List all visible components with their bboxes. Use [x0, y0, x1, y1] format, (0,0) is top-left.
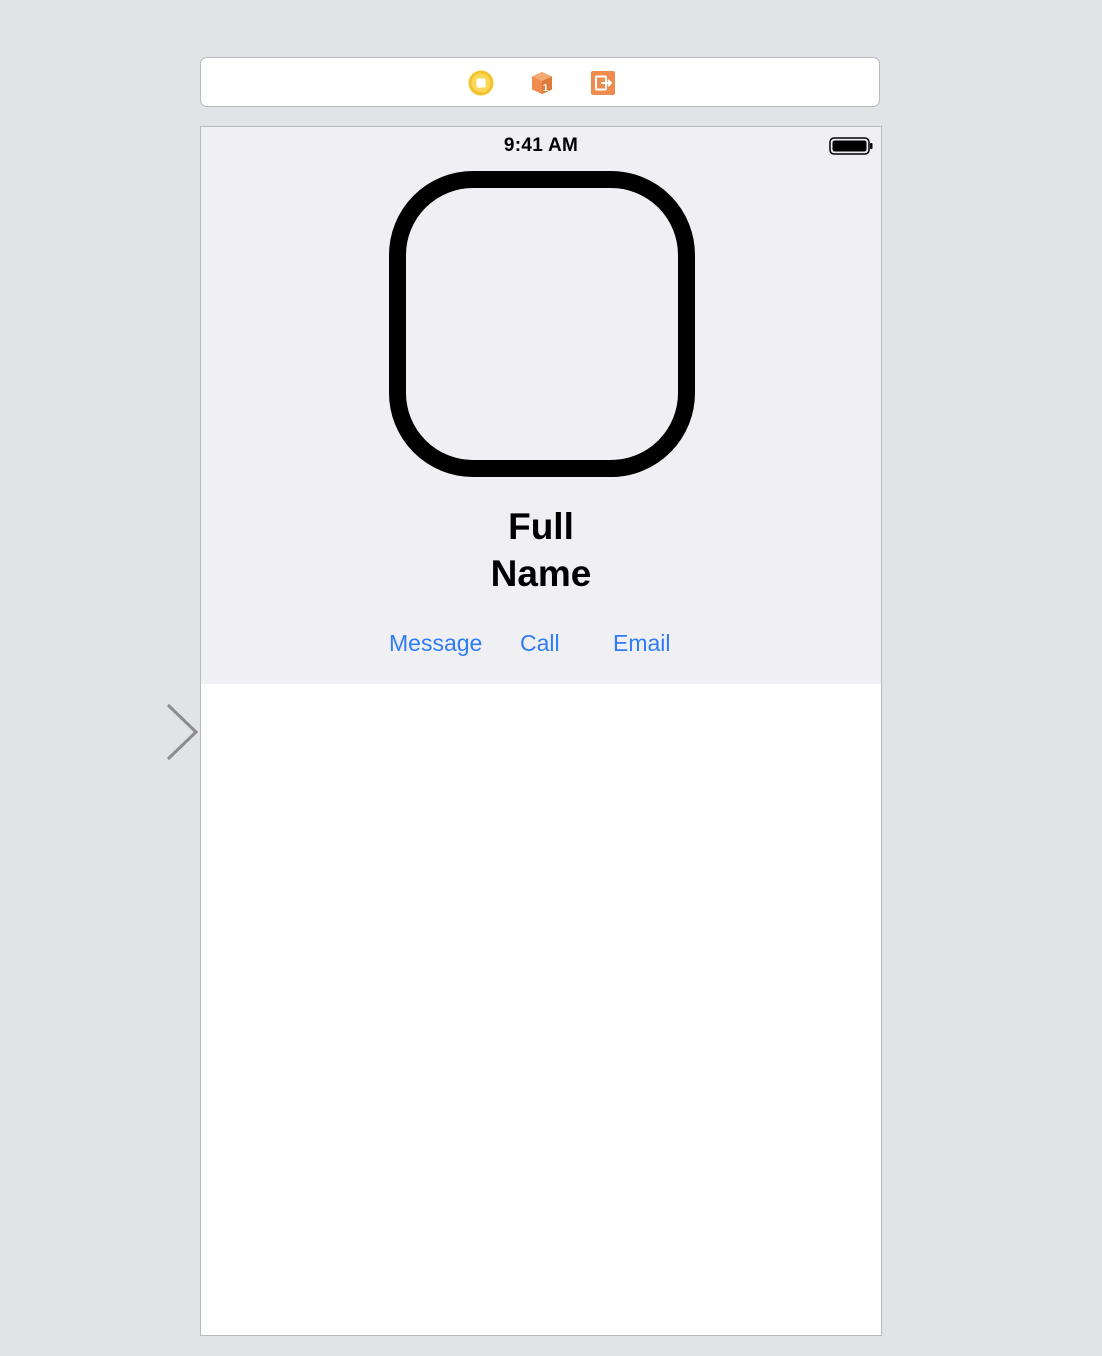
battery-icon [829, 137, 873, 155]
svg-text:1: 1 [543, 83, 549, 94]
status-time: 9:41 AM [503, 135, 579, 156]
view-controller-icon[interactable] [468, 70, 494, 96]
first-responder-icon[interactable]: 1 [529, 70, 555, 96]
message-button[interactable]: Message [389, 629, 482, 657]
call-button[interactable]: Call [520, 629, 560, 657]
scene-dock: 1 [200, 57, 880, 107]
exit-icon[interactable] [590, 70, 616, 96]
profile-header: 9:41 AM Full Name Message Call Email [201, 127, 881, 684]
email-button[interactable]: Email [613, 629, 671, 657]
full-name-label: Full Name [201, 503, 881, 597]
full-name-line-2: Name [490, 553, 592, 594]
scene-canvas: 9:41 AM Full Name Message Call Email [200, 126, 882, 1336]
entry-point-arrow-icon[interactable] [36, 702, 202, 762]
status-bar: 9:41 AM [201, 127, 881, 163]
full-name-line-1: Full [508, 506, 574, 547]
profile-image[interactable] [389, 171, 695, 477]
